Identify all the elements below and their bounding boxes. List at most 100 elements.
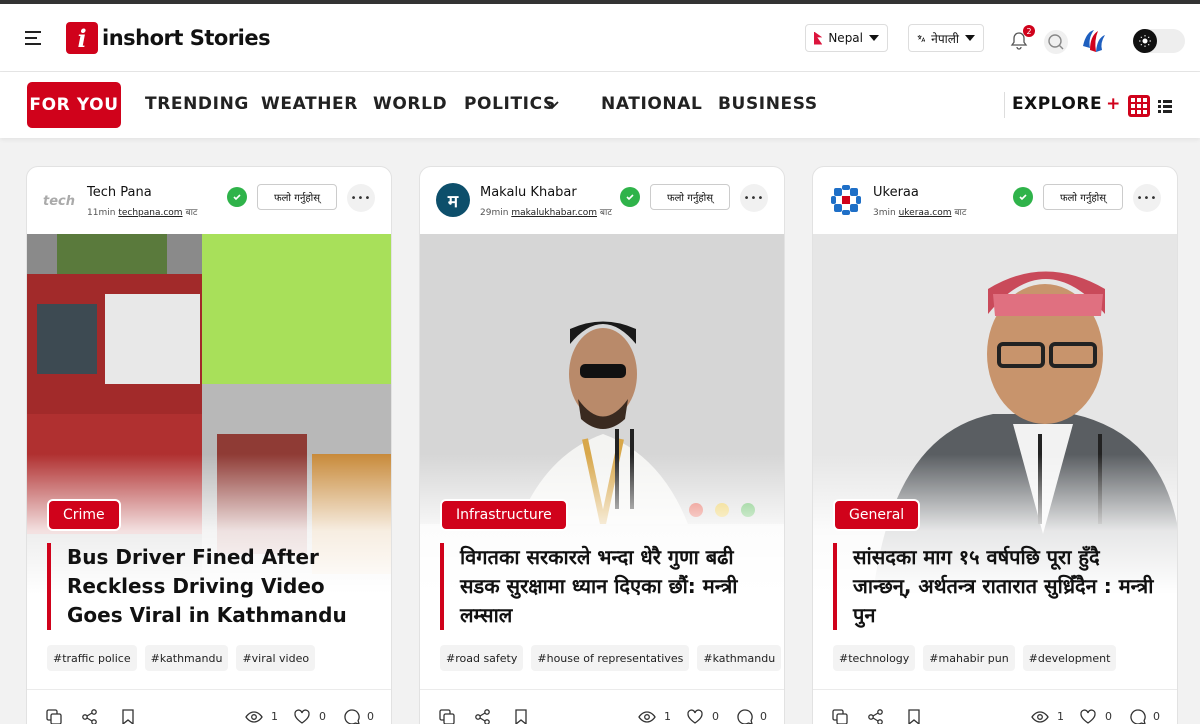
follow-button[interactable]: फलो गर्नुहोस्: [1043, 184, 1123, 210]
menu-icon[interactable]: [25, 31, 41, 45]
category-badge[interactable]: General: [833, 499, 921, 531]
copy-icon[interactable]: [831, 708, 849, 724]
follow-button[interactable]: फलो गर्नुहोस्: [257, 184, 337, 210]
source-name[interactable]: Ukeraa: [873, 185, 919, 200]
card-footer: 1 0 0: [813, 689, 1177, 724]
tab-for-you[interactable]: FOR YOU: [27, 82, 121, 128]
tag-chip[interactable]: #mahabir pun: [923, 645, 1015, 671]
comment-icon[interactable]: [1129, 708, 1147, 724]
comments-count: 0: [367, 710, 374, 723]
theme-toggle[interactable]: [1133, 29, 1185, 53]
category-badge[interactable]: Infrastructure: [440, 499, 568, 531]
logo-mark: i: [66, 22, 98, 54]
language-select[interactable]: नेपाली: [908, 24, 984, 52]
article-title-block[interactable]: विगतका सरकारले भन्दा धेरै गुणा बढी सडक स…: [440, 543, 770, 630]
heart-icon[interactable]: [686, 708, 704, 724]
likes-count: 0: [319, 710, 326, 723]
search-button[interactable]: [1044, 30, 1068, 54]
more-options-icon[interactable]: •••: [347, 184, 375, 212]
tag-list: #road safety #house of representatives #…: [440, 645, 782, 671]
search-icon: [1048, 34, 1064, 50]
tab-world[interactable]: WORLD: [373, 94, 447, 114]
grid-view-icon[interactable]: [1128, 95, 1150, 117]
comments-count: 0: [1153, 710, 1160, 723]
tag-chip[interactable]: #house of representatives: [531, 645, 690, 671]
bookmark-icon[interactable]: [512, 708, 530, 724]
likes-count: 0: [1105, 710, 1112, 723]
tab-national[interactable]: NATIONAL: [601, 94, 702, 114]
views-icon: [638, 711, 656, 723]
category-nav: FOR YOU TRENDING WEATHER WORLD POLITICS …: [0, 72, 1200, 138]
news-card[interactable]: tech Tech Pana 11min techpana.com बाट फल…: [26, 166, 392, 724]
tag-chip[interactable]: #kathmandu: [144, 645, 229, 671]
copy-icon[interactable]: [45, 708, 63, 724]
tag-chip[interactable]: #road safety: [440, 645, 524, 671]
logo-text: inshort Stories: [102, 26, 271, 50]
explore-button[interactable]: EXPLORE +: [1012, 94, 1121, 114]
share-icon[interactable]: [867, 708, 885, 724]
user-avatar-icon[interactable]: [1078, 26, 1110, 58]
source-meta: 3min ukeraa.com बाट: [873, 208, 967, 218]
card-footer: 1 0 0: [420, 689, 784, 724]
category-badge[interactable]: Crime: [47, 499, 121, 531]
article-title-block[interactable]: सांसदका माग १५ वर्षपछि पूरा हुँदै जान्छन…: [833, 543, 1163, 630]
country-select[interactable]: Nepal: [805, 24, 888, 52]
source-name[interactable]: Makalu Khabar: [480, 185, 577, 200]
source-meta: 11min techpana.com बाट: [87, 208, 198, 218]
theme-icon: [1133, 29, 1157, 53]
news-card[interactable]: म Makalu Khabar 29min makalukhabar.com ब…: [419, 166, 785, 724]
views-count: 1: [664, 710, 671, 723]
bookmark-icon[interactable]: [119, 708, 137, 724]
chevron-down-icon: [965, 35, 975, 41]
views-icon: [1031, 711, 1049, 723]
tab-trending[interactable]: TRENDING: [145, 94, 249, 114]
list-view-icon[interactable]: [1158, 99, 1172, 113]
article-image[interactable]: [27, 234, 391, 594]
views-count: 1: [271, 710, 278, 723]
bookmark-icon[interactable]: [905, 708, 923, 724]
more-options-icon[interactable]: •••: [1133, 184, 1161, 212]
tag-list: #traffic police #kathmandu #viral video: [47, 645, 316, 671]
tab-politics[interactable]: POLITICS: [464, 94, 556, 114]
site-header: i inshort Stories Nepal नेपाली 2: [0, 4, 1200, 72]
article-title[interactable]: Bus Driver Fined After Reckless Driving …: [67, 543, 377, 630]
views-count: 1: [1057, 710, 1064, 723]
translate-icon: [917, 34, 926, 42]
news-card[interactable]: Ukeraa 3min ukeraa.com बाट फलो गर्नुहोस्…: [812, 166, 1178, 724]
comment-icon[interactable]: [343, 708, 361, 724]
verified-icon: [1013, 187, 1033, 207]
heart-icon[interactable]: [1079, 708, 1097, 724]
copy-icon[interactable]: [438, 708, 456, 724]
tag-chip[interactable]: #kathmandu: [697, 645, 782, 671]
more-options-icon[interactable]: •••: [740, 184, 768, 212]
article-title[interactable]: विगतका सरकारले भन्दा धेरै गुणा बढी सडक स…: [460, 543, 770, 630]
chevron-down-icon[interactable]: [545, 100, 559, 110]
source-logo: tech: [43, 183, 77, 217]
heart-icon[interactable]: [293, 708, 311, 724]
tab-weather[interactable]: WEATHER: [261, 94, 358, 114]
source-meta: 29min makalukhabar.com बाट: [480, 208, 612, 218]
tab-business[interactable]: BUSINESS: [718, 94, 818, 114]
tag-chip[interactable]: #development: [1022, 645, 1117, 671]
follow-button[interactable]: फलो गर्नुहोस्: [650, 184, 730, 210]
article-image[interactable]: [420, 234, 784, 594]
tag-chip[interactable]: #technology: [833, 645, 916, 671]
site-logo[interactable]: i inshort Stories: [66, 22, 271, 54]
share-icon[interactable]: [474, 708, 492, 724]
article-title-block[interactable]: Bus Driver Fined After Reckless Driving …: [47, 543, 377, 630]
source-logo: म: [436, 183, 470, 217]
verified-icon: [620, 187, 640, 207]
article-title[interactable]: सांसदका माग १५ वर्षपछि पूरा हुँदै जान्छन…: [853, 543, 1163, 630]
comment-icon[interactable]: [736, 708, 754, 724]
comments-count: 0: [760, 710, 767, 723]
share-icon[interactable]: [81, 708, 99, 724]
views-icon: [245, 711, 263, 723]
tag-chip[interactable]: #viral video: [236, 645, 316, 671]
notification-badge: 2: [1023, 25, 1035, 37]
tag-chip[interactable]: #traffic police: [47, 645, 137, 671]
tag-list: #technology #mahabir pun #development: [833, 645, 1117, 671]
article-image[interactable]: [813, 234, 1177, 594]
nepal-flag-icon: [814, 31, 823, 45]
source-name[interactable]: Tech Pana: [87, 185, 152, 200]
nav-divider: [1004, 92, 1005, 118]
